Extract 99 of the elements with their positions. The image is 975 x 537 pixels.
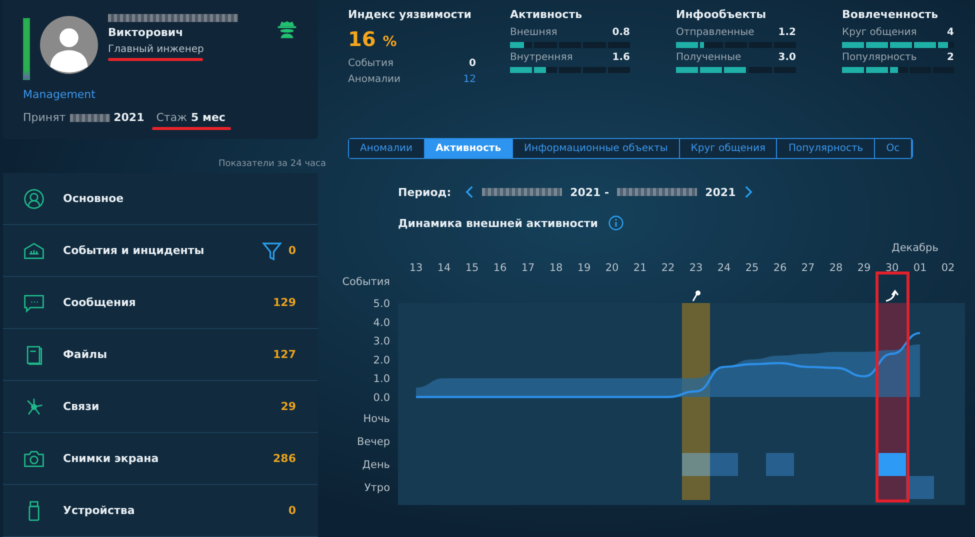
menu-label: Устройства xyxy=(63,504,136,517)
day-label: 14 xyxy=(437,262,451,274)
metric-value: 1.6 xyxy=(612,52,630,63)
tab[interactable]: Аномалии xyxy=(349,139,425,158)
vulnerability-index: 16 % xyxy=(348,27,398,51)
avatar-silhouette-icon xyxy=(40,16,98,74)
day-label: 16 xyxy=(493,262,507,274)
tenure-label: Стаж xyxy=(156,111,187,124)
item-count: 129 xyxy=(273,296,296,309)
tab[interactable]: Информационные объекты xyxy=(513,139,680,158)
job-title: Главный инженер xyxy=(108,44,205,55)
day-label: 23 xyxy=(689,262,703,274)
metric-title: Активность xyxy=(510,8,584,21)
period-label: Период: xyxy=(398,186,452,198)
day-label: 29 xyxy=(857,262,871,274)
y-tick-label: 0.0 xyxy=(373,392,390,404)
sidebar-item[interactable]: Снимки экрана 286 xyxy=(3,433,318,485)
day-label: 19 xyxy=(577,262,591,274)
sidebar-item[interactable]: Основное xyxy=(3,173,318,225)
time-of-day-label: День xyxy=(362,459,390,471)
metric-value: 0.8 xyxy=(612,27,630,38)
metric-label: Аномалии xyxy=(348,73,401,87)
department-link[interactable]: Management xyxy=(23,88,298,101)
metric-value: 4 xyxy=(947,27,954,38)
day-label: 24 xyxy=(717,262,731,274)
time-of-day-label: Ночь xyxy=(363,413,390,425)
y-tick-label: 1.0 xyxy=(373,373,390,386)
item-count: 286 xyxy=(273,452,296,465)
metric-value: 3.0 xyxy=(778,52,796,63)
metric-label: Полученные xyxy=(676,52,742,63)
item-count: 127 xyxy=(273,348,296,361)
metric-title: Вовлеченность xyxy=(842,8,940,21)
sidebar-item[interactable]: Файлы 127 xyxy=(3,329,318,381)
item-count: 29 xyxy=(280,400,296,413)
day-label: 15 xyxy=(465,262,479,274)
day-label: 22 xyxy=(661,262,675,274)
sidebar-item[interactable]: Устройства 0 xyxy=(3,485,318,537)
day-label: 18 xyxy=(549,262,563,274)
y-tick-label: 5.0 xyxy=(373,298,390,310)
sidebar-item[interactable]: События и инциденты 0 xyxy=(3,225,318,277)
metric-value: 2 xyxy=(947,52,954,63)
metric-label: Внутренняя xyxy=(510,52,573,63)
day-label: 21 xyxy=(633,262,647,274)
day-label: 20 xyxy=(605,262,619,274)
y-axis-title: События xyxy=(342,276,390,288)
time-of-day-label: Утро xyxy=(364,482,390,494)
info-icon[interactable] xyxy=(608,215,624,231)
menu-label: Основное xyxy=(63,192,125,205)
y-tick-label: 2.0 xyxy=(373,354,390,366)
chart-title: Динамика внешней активности xyxy=(398,216,598,230)
month-label: Декабрь xyxy=(892,242,938,254)
menu-label: Связи xyxy=(63,400,100,413)
tenure-value: 5 мес xyxy=(191,111,226,124)
employee-name: Викторович xyxy=(108,26,184,39)
tab[interactable]: Активность xyxy=(424,139,514,158)
metric-label: Отправленные xyxy=(676,27,754,38)
day-label: 30 xyxy=(885,262,899,274)
y-tick-label: 3.0 xyxy=(373,336,390,348)
period-start-year: 2021 - xyxy=(570,186,610,198)
menu-label: Сообщения xyxy=(63,296,137,309)
menu-label: Снимки экрана xyxy=(63,452,160,465)
metric-value: 1.2 xyxy=(778,27,796,38)
metric-title: Индекс уязвимости xyxy=(348,8,472,21)
hired-label: Принят xyxy=(23,111,66,124)
metric-label: Популярность xyxy=(842,52,917,63)
day-label: 28 xyxy=(829,262,843,274)
tab[interactable]: Круг общения xyxy=(680,139,778,158)
period-end-year: 2021 xyxy=(705,186,736,198)
tab[interactable]: Популярность xyxy=(777,139,876,158)
y-tick-label: 4.0 xyxy=(373,316,390,329)
menu-label: События и инциденты xyxy=(63,244,206,257)
metric-label: Внешняя xyxy=(510,27,558,38)
day-label: 25 xyxy=(745,262,759,274)
day-label: 01 xyxy=(913,262,927,274)
tab[interactable]: Ос xyxy=(875,139,912,158)
redacted-date xyxy=(70,114,110,122)
hired-year: 2021 xyxy=(114,111,144,124)
time-of-day-label: Вечер xyxy=(357,436,390,448)
day-label: 27 xyxy=(801,262,815,274)
person-outline-icon xyxy=(23,188,45,210)
metric-label: Круг общения xyxy=(842,27,917,38)
magic-wand-icon xyxy=(692,290,700,302)
metric-title: Инфообъекты xyxy=(676,8,768,21)
filter-icon[interactable] xyxy=(262,240,282,260)
menu-label: Файлы xyxy=(63,348,108,361)
metric-value[interactable]: 12 xyxy=(463,72,476,88)
day-label: 26 xyxy=(773,262,787,274)
status-gauge-drawing xyxy=(23,18,30,80)
period-note: Показатели за 24 часа xyxy=(217,159,326,169)
sidebar-item[interactable]: Связи 29 xyxy=(3,381,318,433)
metric-value: 0 xyxy=(469,57,476,71)
sidebar-item[interactable]: Сообщения 129 xyxy=(3,277,318,329)
day-label: 17 xyxy=(521,262,535,274)
day-label: 13 xyxy=(409,262,423,274)
item-count: 0 xyxy=(288,504,296,517)
day-label: 02 xyxy=(941,262,955,274)
rising-arrow-icon xyxy=(885,290,899,302)
metric-label: События xyxy=(348,57,394,71)
item-count: 0 xyxy=(288,244,296,257)
